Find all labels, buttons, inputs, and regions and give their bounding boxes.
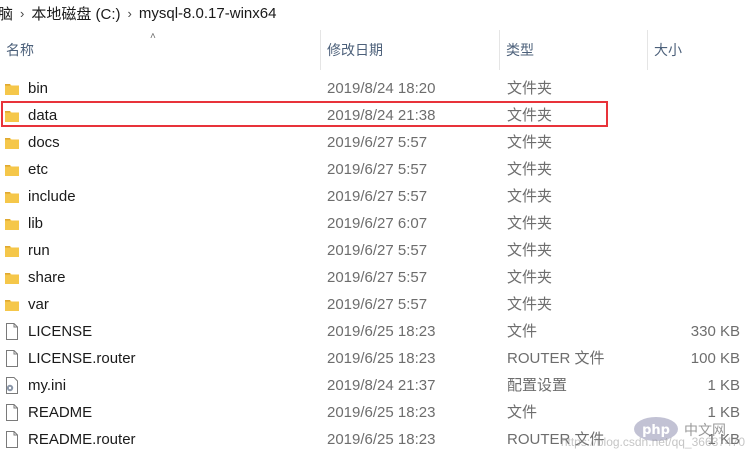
file-row[interactable]: my.ini 2019/8/24 21:37 配置设置 1 KB: [0, 372, 753, 399]
column-header-date-label: 修改日期: [327, 42, 383, 58]
file-name: README: [28, 404, 93, 421]
file-row[interactable]: bin 2019/8/24 18:20 文件夹: [0, 75, 753, 102]
column-header-type[interactable]: 类型: [500, 30, 648, 70]
file-name: etc: [28, 161, 49, 178]
file-name: README.router: [28, 431, 136, 448]
file-icon: [4, 350, 20, 367]
column-header-size-label: 大小: [654, 42, 682, 58]
file-name: LICENSE: [28, 323, 93, 340]
file-type: 文件: [507, 323, 538, 340]
file-modified-date: 2019/6/25 18:23: [327, 350, 436, 367]
file-type: 文件夹: [507, 188, 553, 205]
file-row[interactable]: include 2019/6/27 5:57 文件夹: [0, 183, 753, 210]
chevron-right-icon[interactable]: ›: [125, 6, 135, 21]
column-header-name[interactable]: 名称 ˄: [0, 30, 321, 70]
file-type: ROUTER 文件: [507, 350, 605, 367]
file-row[interactable]: LICENSE.router 2019/6/25 18:23 ROUTER 文件 10…: [0, 345, 753, 372]
sort-ascending-icon: ˄: [150, 31, 156, 42]
file-type: 文件: [507, 404, 538, 421]
file-type: 文件夹: [507, 242, 553, 259]
file-type: 文件夹: [507, 215, 553, 232]
file-row[interactable]: share 2019/6/27 5:57 文件夹: [0, 264, 753, 291]
file-type: 配置设置: [507, 377, 568, 394]
file-type: 文件夹: [507, 296, 553, 313]
folder-icon: [4, 134, 20, 151]
file-row[interactable]: etc 2019/6/27 5:57 文件夹: [0, 156, 753, 183]
folder-icon: [4, 242, 20, 259]
file-row[interactable]: lib 2019/6/27 6:07 文件夹: [0, 210, 753, 237]
file-type: 文件夹: [507, 269, 553, 286]
file-size: 100 KB: [690, 350, 740, 367]
url-watermark: https://blog.csdn.net/qq_36637470: [560, 435, 745, 449]
column-header-name-label: 名称: [6, 42, 34, 58]
folder-icon: [4, 107, 20, 124]
folder-icon: [4, 161, 20, 178]
breadcrumb-partial-item[interactable]: 脑: [0, 3, 17, 24]
folder-icon: [4, 80, 20, 97]
file-size: 1 KB: [707, 377, 740, 394]
file-modified-date: 2019/6/27 5:57: [327, 161, 428, 178]
settings-file-icon: [4, 377, 20, 394]
file-modified-date: 2019/8/24 18:20: [327, 80, 436, 97]
file-type: 文件夹: [507, 134, 553, 151]
file-name: include: [28, 188, 76, 205]
file-name: share: [28, 269, 66, 286]
file-row[interactable]: LICENSE 2019/6/25 18:23 文件 330 KB: [0, 318, 753, 345]
file-name: docs: [28, 134, 60, 151]
file-name: var: [28, 296, 49, 313]
file-modified-date: 2019/6/25 18:23: [327, 323, 436, 340]
folder-icon: [4, 296, 20, 313]
chevron-right-icon[interactable]: ›: [17, 6, 27, 21]
file-modified-date: 2019/6/27 5:57: [327, 269, 428, 286]
breadcrumb-folder[interactable]: mysql-8.0.17-winx64: [135, 5, 281, 22]
file-list: bin 2019/8/24 18:20 文件夹 data 2019/8/24 21:38…: [0, 75, 753, 453]
file-modified-date: 2019/6/27 5:57: [327, 188, 428, 205]
file-row[interactable]: README 2019/6/25 18:23 文件 1 KB: [0, 399, 753, 426]
file-row[interactable]: docs 2019/6/27 5:57 文件夹: [0, 129, 753, 156]
file-name: run: [28, 242, 50, 259]
folder-icon: [4, 269, 20, 286]
file-modified-date: 2019/6/27 5:57: [327, 296, 428, 313]
file-modified-date: 2019/6/27 6:07: [327, 215, 428, 232]
file-modified-date: 2019/6/27 5:57: [327, 134, 428, 151]
folder-icon: [4, 215, 20, 232]
file-name: data: [28, 107, 58, 124]
file-row[interactable]: var 2019/6/27 5:57 文件夹: [0, 291, 753, 318]
breadcrumb: 脑 › 本地磁盘 (C:) › mysql-8.0.17-winx64: [0, 0, 753, 26]
file-modified-date: 2019/8/24 21:37: [327, 377, 436, 394]
file-modified-date: 2019/6/25 18:23: [327, 431, 436, 448]
file-name: bin: [28, 80, 49, 97]
file-size: 1 KB: [707, 404, 740, 421]
file-modified-date: 2019/6/25 18:23: [327, 404, 436, 421]
file-name: lib: [28, 215, 44, 232]
file-modified-date: 2019/6/27 5:57: [327, 242, 428, 259]
column-header-date[interactable]: 修改日期: [321, 30, 500, 70]
file-icon: [4, 431, 20, 448]
file-type: 文件夹: [507, 80, 553, 97]
breadcrumb-drive[interactable]: 本地磁盘 (C:): [27, 3, 124, 24]
file-type: 文件夹: [507, 107, 553, 124]
column-header-type-label: 类型: [506, 42, 534, 58]
file-row[interactable]: run 2019/6/27 5:57 文件夹: [0, 237, 753, 264]
folder-icon: [4, 188, 20, 205]
file-icon: [4, 404, 20, 421]
file-size: 330 KB: [690, 323, 740, 340]
column-header-size[interactable]: 大小: [648, 30, 753, 70]
file-type: 文件夹: [507, 161, 553, 178]
file-name: my.ini: [28, 377, 67, 394]
file-icon: [4, 323, 20, 340]
file-name: LICENSE.router: [28, 350, 136, 367]
file-modified-date: 2019/8/24 21:38: [327, 107, 436, 124]
column-header-bar: 名称 ˄ 修改日期 类型 大小: [0, 30, 753, 70]
file-row[interactable]: data 2019/8/24 21:38 文件夹: [0, 102, 753, 129]
